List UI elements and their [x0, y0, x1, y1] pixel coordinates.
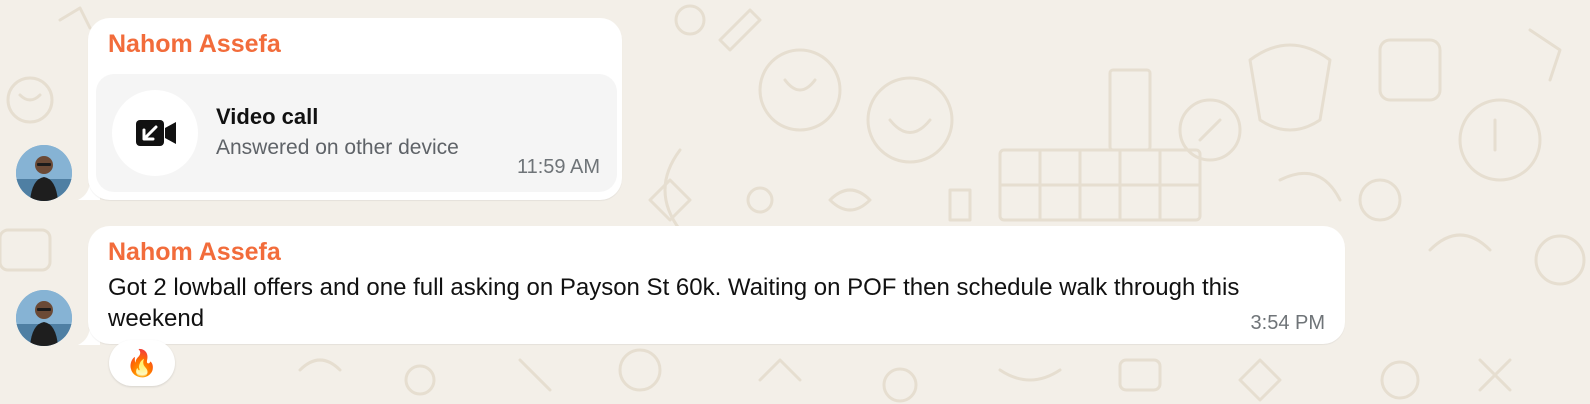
- video-call-card[interactable]: Video call Answered on other device 11:5…: [96, 74, 617, 192]
- message-timestamp: 11:59 AM: [516, 156, 600, 178]
- sender-avatar[interactable]: [16, 290, 72, 346]
- sender-name[interactable]: Nahom Assefa: [108, 238, 281, 267]
- sender-avatar[interactable]: [16, 145, 72, 201]
- message-text: Got 2 lowball offers and one full asking…: [108, 274, 1240, 332]
- sender-name[interactable]: Nahom Assefa: [108, 30, 281, 59]
- fire-reaction-badge[interactable]: 🔥: [109, 340, 175, 386]
- call-icon-container: [112, 90, 198, 176]
- call-status: Answered on other device: [216, 136, 459, 159]
- message-row-text: Nahom Assefa Got 2 lowball offers and on…: [0, 210, 1590, 404]
- video-camera-incoming-icon: [136, 120, 176, 146]
- call-message-bubble[interactable]: Nahom Assefa Video call Answered on othe…: [88, 18, 622, 200]
- message-timestamp: 3:54 PM: [1250, 312, 1325, 334]
- text-message-bubble[interactable]: Nahom Assefa Got 2 lowball offers and on…: [88, 226, 1345, 344]
- call-title: Video call: [216, 104, 319, 129]
- message-row-call: Nahom Assefa Video call Answered on othe…: [0, 0, 1590, 210]
